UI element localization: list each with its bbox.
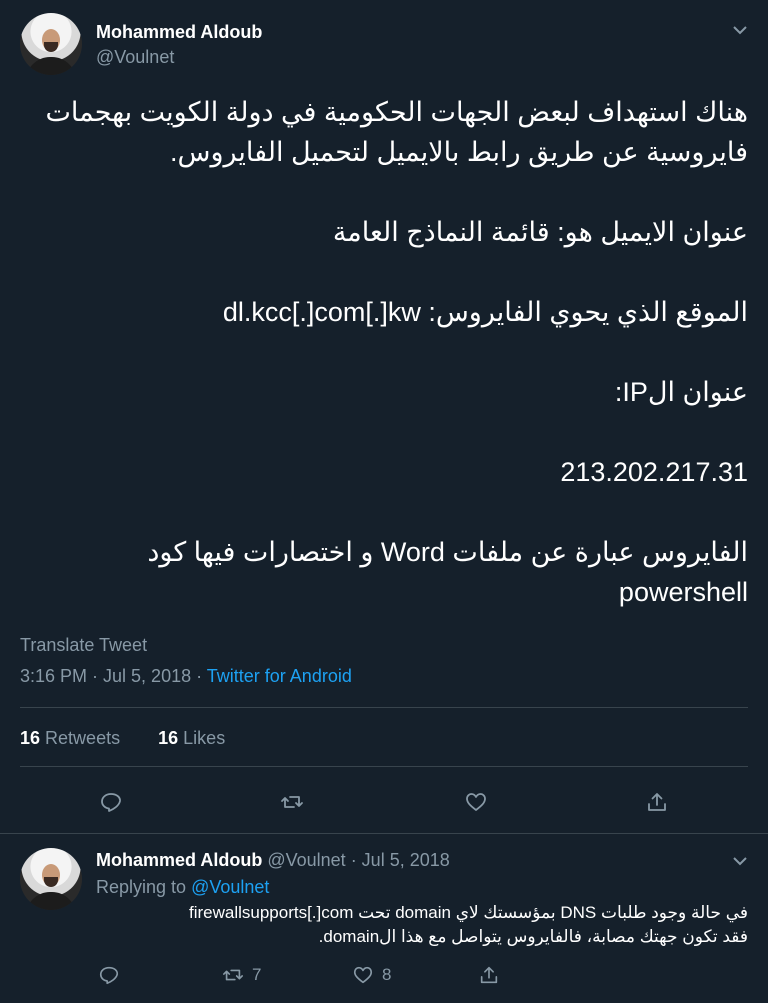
reply-author-header: Mohammed Aldoub @Voulnet · Jul 5, 2018	[96, 850, 450, 871]
author-avatar[interactable]	[20, 13, 82, 75]
author-handle[interactable]: @Voulnet	[96, 47, 174, 68]
replying-to: Replying to @Voulnet	[96, 877, 269, 898]
divider	[20, 707, 748, 708]
tweet-line: 213.202.217.31	[560, 457, 748, 487]
share-icon	[480, 966, 498, 984]
reply-retweet-count: 7	[252, 965, 262, 984]
retweet-button[interactable]	[280, 790, 304, 814]
reply-date[interactable]: · Jul 5, 2018	[351, 850, 450, 870]
retweets-stat[interactable]: 16 Retweets	[20, 728, 120, 748]
retweets-count: 16	[20, 728, 41, 748]
tweet-line: powershell	[618, 577, 748, 607]
tweet-line: عنوان الايميل هو: قائمة النماذج العامة	[332, 217, 748, 247]
reply-like-count: 8	[382, 965, 392, 984]
reply-author-name[interactable]: Mohammed Aldoub	[96, 850, 262, 870]
tweet-line: الفايروس عبارة عن ملفات Word و اختصارات …	[147, 537, 748, 567]
tweet-line: عنوان الIP:	[614, 377, 748, 407]
reply-icon	[99, 966, 119, 985]
retweet-icon	[223, 969, 243, 981]
reply-reply-button[interactable]	[98, 964, 120, 986]
replying-to-label: Replying to	[96, 877, 192, 897]
heart-icon	[466, 793, 486, 811]
chevron-down-icon[interactable]	[730, 20, 750, 40]
reply-author-handle[interactable]: @Voulnet	[267, 850, 345, 870]
tweet-timestamp[interactable]: 3:16 PM · Jul 5, 2018 ·	[20, 666, 207, 686]
tweet-stats: 16 Retweets 16 Likes	[20, 728, 225, 749]
author-name[interactable]: Mohammed Aldoub	[96, 22, 262, 43]
retweets-label: Retweets	[45, 728, 121, 748]
tweet-meta: 3:16 PM · Jul 5, 2018 · Twitter for Andr…	[20, 666, 352, 687]
chevron-down-icon[interactable]	[730, 851, 750, 871]
reply-author-avatar[interactable]	[20, 848, 82, 910]
tweet-line: الموقع الذي يحوي الفايروس: dl.kcc[.]com[…	[222, 297, 748, 327]
likes-count: 16	[158, 728, 179, 748]
like-button[interactable]	[464, 790, 488, 814]
reply-share-button[interactable]	[478, 964, 500, 986]
heart-icon	[353, 966, 373, 984]
reply-retweet-button[interactable]: 7	[222, 964, 261, 986]
reply-like-button[interactable]: 8	[352, 964, 391, 986]
tweet-source-link[interactable]: Twitter for Android	[207, 666, 352, 686]
avatar-beard	[44, 42, 58, 52]
avatar-body	[26, 57, 76, 75]
replying-to-handle[interactable]: @Voulnet	[191, 877, 269, 897]
reply-text: في حالة وجود طلبات DNS بمؤسستك لاي domai…	[96, 901, 748, 949]
reply-icon	[101, 793, 121, 812]
share-icon	[648, 793, 666, 811]
reply-button[interactable]	[99, 790, 123, 814]
likes-label: Likes	[183, 728, 226, 748]
translate-tweet-link[interactable]: Translate Tweet	[20, 635, 147, 656]
tweet-line: هناك استهداف لبعض الجهات الحكومية في دول…	[45, 97, 748, 127]
reply-line: في حالة وجود طلبات DNS بمؤسستك لاي domai…	[188, 903, 748, 922]
likes-stat[interactable]: 16 Likes	[158, 728, 225, 748]
retweet-icon	[281, 796, 303, 808]
tweet-text: هناك استهداف لبعض الجهات الحكومية في دول…	[20, 92, 748, 612]
reply-line: فقد تكون جهتك مصابة، فالفايروس يتواصل مع…	[318, 927, 748, 946]
divider	[20, 766, 748, 767]
section-divider	[0, 833, 768, 834]
share-button[interactable]	[645, 790, 669, 814]
avatar-beard	[44, 877, 58, 887]
avatar-body	[26, 892, 76, 910]
tweet-line: فايروسية عن طريق رابط بالايميل لتحميل ال…	[170, 137, 748, 167]
